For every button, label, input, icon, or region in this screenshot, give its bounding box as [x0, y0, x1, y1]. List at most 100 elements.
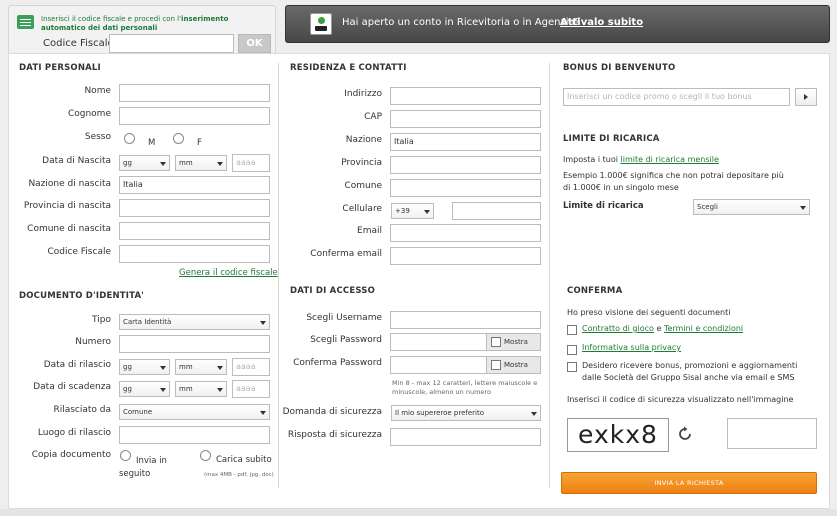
- scadenza-day-select[interactable]: gg: [119, 381, 170, 397]
- genera-cf-link[interactable]: Genera il codice fiscale: [179, 268, 278, 278]
- cognome-input[interactable]: [119, 107, 270, 125]
- carica-subito-label: Carica subito: [216, 455, 272, 465]
- bottom-bar: [0, 509, 837, 516]
- invia-seguito-label: Invia in seguito: [119, 456, 167, 479]
- mostra-conferma-toggle[interactable]: Mostra: [486, 356, 541, 374]
- conferma-password-label: Conferma Password: [293, 358, 382, 368]
- sesso-m-label: M: [148, 138, 156, 148]
- contratto-checkbox[interactable]: [567, 325, 577, 335]
- captcha-input[interactable]: [727, 418, 817, 449]
- provincia-input[interactable]: [390, 156, 541, 174]
- codice-fiscale-label: Codice Fiscale: [47, 247, 111, 257]
- activate-link[interactable]: Attivalo subito: [560, 17, 643, 28]
- password-input[interactable]: [390, 333, 487, 351]
- mostra-label: Mostra: [504, 361, 528, 369]
- risposta-label: Risposta di sicurezza: [287, 430, 382, 440]
- comune-input[interactable]: [390, 179, 541, 197]
- nascita-day-select[interactable]: gg: [119, 155, 170, 171]
- risposta-input[interactable]: [390, 428, 541, 446]
- provincia-nascita-input[interactable]: [119, 199, 270, 217]
- tipo-select[interactable]: Carta Identità: [119, 314, 270, 330]
- nazione-nascita-input[interactable]: Italia: [119, 176, 270, 194]
- indirizzo-label: Indirizzo: [344, 89, 382, 99]
- limit-text: Imposta i tuoi limite di ricarica mensil…: [563, 155, 719, 164]
- domanda-select[interactable]: Il mio supereroe preferito: [391, 405, 541, 421]
- column-divider: [549, 63, 550, 488]
- numero-input[interactable]: [119, 335, 270, 353]
- email-label: Email: [357, 226, 382, 236]
- cf-quick-input[interactable]: [109, 34, 234, 53]
- mostra-checkbox[interactable]: [491, 337, 501, 347]
- captcha-image: exkx8: [567, 418, 669, 452]
- indirizzo-input[interactable]: [390, 87, 541, 105]
- limit-select[interactable]: Scegli: [693, 199, 810, 215]
- provincia-label: Provincia: [341, 158, 382, 168]
- rilasciato-da-label: Rilasciato da: [53, 405, 111, 415]
- scadenza-month-select[interactable]: mm: [175, 381, 227, 397]
- promo-text: Desidero ricevere bonus, promozioni e ag…: [582, 361, 798, 382]
- contratto-link[interactable]: Contratto di gioco: [582, 324, 654, 333]
- data-scadenza-label: Data di scadenza: [33, 382, 111, 392]
- privacy-checkbox[interactable]: [567, 345, 577, 355]
- domanda-label: Domanda di sicurezza: [282, 407, 382, 417]
- nazione-input[interactable]: Italia: [390, 133, 541, 151]
- cap-input[interactable]: [390, 110, 541, 128]
- rilascio-day-select[interactable]: gg: [119, 359, 170, 375]
- submit-button[interactable]: INVIA LA RICHIESTA: [561, 472, 817, 494]
- refresh-icon[interactable]: [677, 426, 693, 442]
- access-section-title: DATI DI ACCESSO: [290, 286, 376, 296]
- cf-quick-box: Inserisci il codice fiscale e procedi co…: [8, 5, 276, 55]
- scadenza-year-input[interactable]: aaaa: [232, 380, 270, 398]
- comune-nascita-input[interactable]: [119, 222, 270, 240]
- nascita-year-input[interactable]: aaaa: [232, 154, 270, 172]
- column-divider: [278, 63, 279, 488]
- username-label: Scegli Username: [306, 313, 382, 323]
- sesso-m-radio[interactable]: [124, 133, 135, 144]
- conferma-email-input[interactable]: [390, 247, 541, 265]
- cf-ok-button[interactable]: OK: [238, 34, 271, 53]
- carica-subito-radio[interactable]: [200, 450, 211, 461]
- cf-quick-message: Inserisci il codice fiscale e procedi co…: [41, 15, 229, 32]
- document-section-title: DOCUMENTO D'IDENTITA': [19, 291, 145, 301]
- rilasciato-da-select[interactable]: Comune: [119, 404, 270, 420]
- store-icon: [310, 13, 332, 35]
- confirm-intro: Ho preso visione dei seguenti documenti: [567, 308, 731, 317]
- email-input[interactable]: [390, 224, 541, 242]
- comune-label: Comune: [344, 181, 382, 191]
- mostra-checkbox[interactable]: [491, 360, 501, 370]
- limit-mensile-link[interactable]: limite di ricarica mensile: [621, 155, 719, 164]
- conferma-password-input[interactable]: [390, 356, 487, 374]
- file-hint: (max 4MB - pdf, jpg, doc): [204, 472, 274, 478]
- provincia-nascita-label: Provincia di nascita: [23, 201, 111, 211]
- activation-banner: Hai aperto un conto in Ricevitoria o in …: [285, 5, 830, 43]
- rilascio-month-select[interactable]: mm: [175, 359, 227, 375]
- nascita-month-select[interactable]: mm: [175, 155, 227, 171]
- luogo-rilascio-input[interactable]: [119, 426, 270, 444]
- password-hint: Min 8 - max 12 caratteri, lettere maiusc…: [392, 379, 538, 396]
- bonus-section-title: BONUS DI BENVENUTO: [563, 63, 676, 73]
- privacy-link[interactable]: Informativa sulla privacy: [582, 343, 681, 352]
- cap-label: CAP: [364, 112, 382, 122]
- limit-section-title: LIMITE DI RICARICA: [563, 134, 660, 144]
- banner-text: Hai aperto un conto in Ricevitoria o in …: [342, 17, 580, 28]
- sesso-f-label: F: [197, 138, 202, 148]
- confirm-section-title: CONFERMA: [567, 286, 623, 296]
- nome-input[interactable]: [119, 84, 270, 102]
- cognome-label: Cognome: [67, 109, 111, 119]
- prefix-select[interactable]: +39: [391, 203, 434, 219]
- nome-label: Nome: [84, 86, 111, 96]
- codice-fiscale-input[interactable]: [119, 245, 270, 263]
- mostra-password-toggle[interactable]: Mostra: [486, 333, 541, 351]
- username-input[interactable]: [390, 311, 541, 329]
- sesso-label: Sesso: [84, 132, 111, 142]
- sesso-f-radio[interactable]: [173, 133, 184, 144]
- promo-checkbox[interactable]: [567, 362, 577, 372]
- bonus-input[interactable]: Inserisci un codice promo o scegli il tu…: [563, 88, 790, 106]
- tipo-label: Tipo: [92, 315, 111, 325]
- mostra-label: Mostra: [504, 338, 528, 346]
- cellulare-input[interactable]: [452, 202, 541, 220]
- bonus-submit-button[interactable]: [795, 88, 817, 106]
- id-card-icon: [17, 15, 34, 29]
- termini-link[interactable]: Termini e condizioni: [664, 324, 743, 333]
- rilascio-year-input[interactable]: aaaa: [232, 358, 270, 376]
